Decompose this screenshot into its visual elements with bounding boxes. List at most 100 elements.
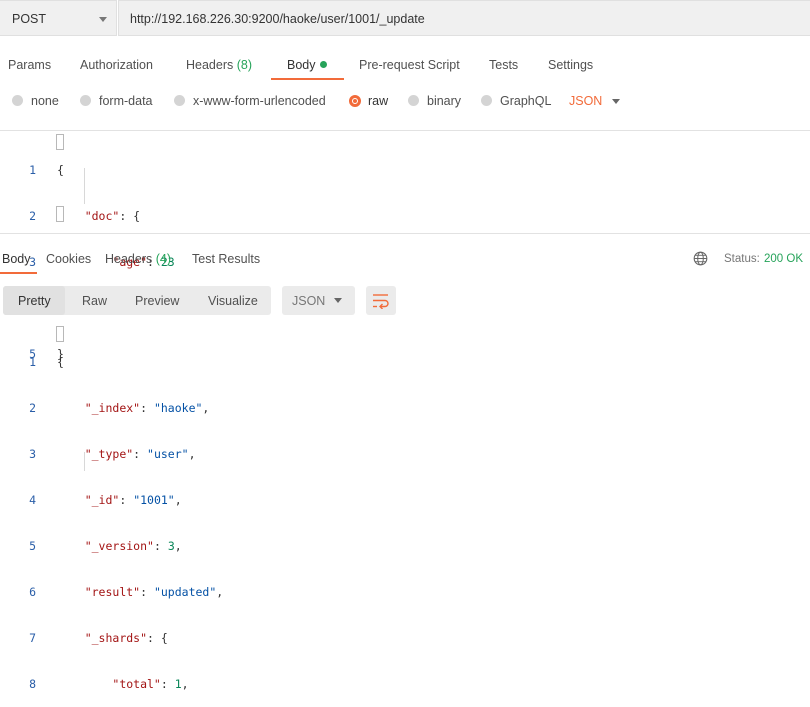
json-punct: ,: [216, 585, 224, 599]
code-line: "result": "updated",: [57, 583, 224, 601]
view-pretty-button[interactable]: Pretty: [18, 294, 51, 308]
body-format-dropdown[interactable]: JSON: [569, 94, 602, 108]
radio-circle-icon: [481, 95, 492, 106]
response-tab-headers-count: (4): [155, 252, 172, 266]
json-value: "user": [147, 447, 189, 461]
radio-form-data-label: form-data: [99, 94, 153, 108]
line-number: 2: [29, 209, 36, 223]
method-select[interactable]: POST: [0, 0, 117, 36]
chevron-down-icon[interactable]: [612, 99, 620, 104]
response-tab-headers-label: Headers: [105, 252, 153, 266]
modified-dot-icon: [319, 61, 327, 68]
json-key: "total": [112, 677, 161, 691]
radio-raw-label: raw: [368, 94, 389, 108]
json-punct: ,: [181, 677, 189, 691]
json-value: "haoke": [153, 401, 203, 415]
json-key: "_shards": [84, 631, 148, 645]
json-key: "_id": [84, 493, 120, 507]
json-key: "_version": [84, 539, 154, 553]
radio-selected-icon: [349, 95, 361, 107]
line-number: 8: [29, 677, 36, 691]
json-punct: :: [133, 447, 148, 461]
tab-headers-label: Headers: [186, 58, 234, 72]
chevron-down-icon: [334, 298, 342, 303]
json-punct: ,: [174, 493, 182, 507]
json-key: "_type": [84, 447, 134, 461]
response-format-dropdown[interactable]: JSON: [282, 286, 355, 315]
response-active-tab-indicator: [0, 272, 37, 274]
json-value: 3: [167, 539, 175, 553]
json-punct: ,: [174, 539, 182, 553]
globe-icon[interactable]: [693, 251, 708, 266]
json-punct: :: [160, 677, 175, 691]
json-value: "1001": [133, 493, 175, 507]
radio-circle-icon: [12, 95, 23, 106]
radio-circle-icon: [174, 95, 185, 106]
code-line: "_type": "user",: [57, 445, 223, 463]
code-line: {: [57, 355, 64, 369]
response-line-numbers: 1 2 3 4 5 6 7 8: [22, 325, 36, 707]
response-format-label: JSON: [292, 294, 326, 308]
tab-authorization[interactable]: Authorization: [80, 58, 153, 72]
tab-body[interactable]: Body: [287, 58, 327, 72]
json-key: "doc": [84, 209, 120, 223]
radio-graphql-label: GraphQL: [500, 94, 552, 108]
line-number: 3: [29, 447, 36, 461]
json-punct: ,: [188, 447, 196, 461]
status-value[interactable]: 200 OK: [764, 253, 803, 265]
code-line: "total": 1,: [57, 675, 223, 693]
json-value: "updated": [153, 585, 217, 599]
json-punct: :: [140, 585, 154, 599]
line-number: 5: [29, 539, 36, 553]
code-line: "_version": 3,: [57, 537, 223, 555]
view-preview-button[interactable]: Preview: [135, 294, 179, 308]
response-tab-cookies[interactable]: Cookies: [46, 252, 91, 266]
radio-binary-label: binary: [427, 94, 462, 108]
tab-settings[interactable]: Settings: [548, 58, 593, 72]
code-line: "_shards": {: [57, 629, 223, 647]
tab-headers[interactable]: Headers (8): [186, 58, 252, 72]
response-tab-body[interactable]: Body: [2, 252, 31, 266]
radio-circle-icon: [80, 95, 91, 106]
chevron-down-icon: [99, 17, 107, 22]
view-visualize-button[interactable]: Visualize: [208, 294, 258, 308]
tab-params[interactable]: Params: [8, 58, 51, 72]
status-label: Status:: [724, 253, 760, 265]
tab-headers-count: (8): [236, 58, 253, 72]
tab-body-label: Body: [287, 58, 316, 72]
code-line: {: [57, 163, 64, 177]
json-value: 1: [174, 677, 182, 691]
line-number: 7: [29, 631, 36, 645]
json-punct: :: [153, 539, 168, 553]
response-code: { "_index": "haoke", "_type": "user", "_…: [57, 325, 223, 707]
code-line: "doc": {: [57, 207, 175, 225]
tab-prerequest-script[interactable]: Pre-request Script: [359, 58, 460, 72]
json-punct: :: [140, 401, 154, 415]
json-punct: : {: [147, 631, 168, 645]
line-number: 4: [29, 493, 36, 507]
active-tab-indicator: [271, 78, 344, 80]
code-line: "_index": "haoke",: [57, 399, 223, 417]
json-punct: ,: [202, 401, 210, 415]
url-input[interactable]: http://192.168.226.30:9200/haoke/user/10…: [118, 0, 810, 36]
response-tab-test-results[interactable]: Test Results: [192, 252, 260, 266]
json-key: "_index": [84, 401, 141, 415]
radio-urlencoded-label: x-www-form-urlencoded: [193, 94, 326, 108]
radio-circle-icon: [408, 95, 419, 106]
wrap-lines-icon: [373, 294, 389, 309]
code-line: "_id": "1001",: [57, 491, 223, 509]
line-number: 1: [29, 163, 36, 177]
response-tab-headers[interactable]: Headers (4): [105, 252, 171, 266]
json-key: "result": [84, 585, 141, 599]
json-punct: : {: [119, 209, 141, 223]
radio-none-label: none: [31, 94, 59, 108]
line-number: 6: [29, 585, 36, 599]
line-number: 1: [29, 355, 36, 369]
url-text: http://192.168.226.30:9200/haoke/user/10…: [130, 12, 425, 26]
method-label: POST: [12, 12, 47, 26]
wrap-lines-button[interactable]: [366, 286, 396, 315]
tab-tests[interactable]: Tests: [489, 58, 518, 72]
json-punct: :: [119, 493, 134, 507]
view-raw-button[interactable]: Raw: [82, 294, 107, 308]
line-number: 2: [29, 401, 36, 415]
